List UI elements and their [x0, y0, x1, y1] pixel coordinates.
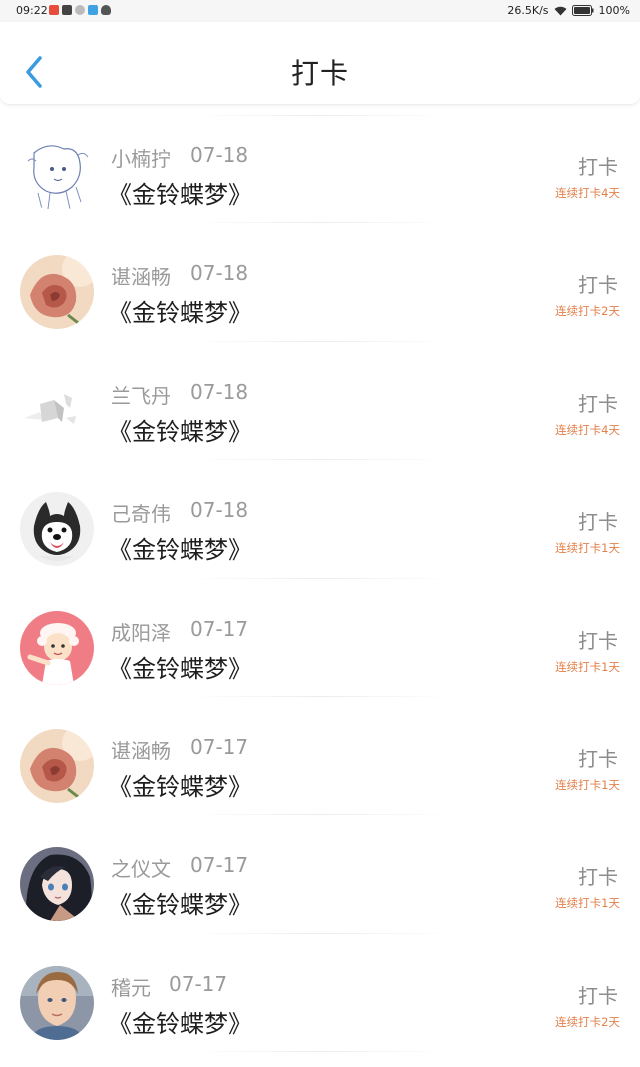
user-name[interactable]: 兰飞丹: [111, 380, 171, 409]
post-date: 07-17: [190, 616, 249, 641]
streak-badge: 连续打卡1天: [555, 777, 620, 792]
avatar[interactable]: [20, 255, 94, 330]
book-title[interactable]: 《金铃蝶梦》: [108, 885, 252, 920]
book-title[interactable]: 《金铃蝶梦》: [108, 412, 252, 447]
notification-icons: [49, 5, 111, 15]
status-time: 09:22: [16, 4, 48, 17]
header: 打卡: [0, 22, 640, 105]
status-bar: 09:22 26.5K/s 100%: [0, 0, 640, 22]
user-name[interactable]: 己奇伟: [111, 498, 171, 527]
checkin-label: 打卡: [578, 865, 618, 890]
avatar[interactable]: [20, 847, 94, 922]
user-name[interactable]: 之仪文: [111, 853, 171, 882]
user-name[interactable]: 小楠拧: [111, 143, 171, 172]
post-date: 07-17: [190, 853, 249, 878]
list-item[interactable]: 小楠拧 07-18 《金铃蝶梦》 打卡 连续打卡4天: [0, 105, 640, 224]
book-title[interactable]: 《金铃蝶梦》: [108, 1004, 252, 1039]
streak-badge: 连续打卡2天: [555, 1014, 620, 1029]
book-title[interactable]: 《金铃蝶梦》: [108, 767, 252, 802]
post-date: 07-18: [190, 261, 249, 286]
streak-badge: 连续打卡1天: [555, 541, 620, 556]
notification-icon: [62, 5, 72, 15]
checkin-list: 小楠拧 07-18 《金铃蝶梦》 打卡 连续打卡4天 谌涵畅 07-18 《金铃…: [0, 105, 640, 1053]
list-item[interactable]: 稽元 07-17 《金铃蝶梦》 打卡 连续打卡2天: [0, 934, 640, 1053]
post-date: 07-18: [190, 498, 249, 523]
battery-icon: [571, 5, 594, 16]
list-item[interactable]: 己奇伟 07-18 《金铃蝶梦》 打卡 连续打卡1天: [0, 460, 640, 579]
avatar[interactable]: [20, 610, 94, 685]
checkin-label: 打卡: [578, 510, 618, 535]
checkin-label: 打卡: [578, 983, 618, 1008]
user-name[interactable]: 谌涵畅: [111, 261, 171, 290]
user-name[interactable]: 谌涵畅: [111, 735, 171, 764]
checkin-label: 打卡: [578, 155, 618, 179]
checkin-label: 打卡: [578, 628, 618, 653]
notification-icon: [88, 5, 98, 15]
list-item[interactable]: 谌涵畅 07-17 《金铃蝶梦》 打卡 连续打卡1天: [0, 697, 640, 816]
user-name[interactable]: 稽元: [111, 972, 151, 1001]
notification-icon: [49, 5, 59, 15]
page-title: 打卡: [290, 57, 349, 90]
book-title[interactable]: 《金铃蝶梦》: [108, 530, 252, 565]
streak-badge: 连续打卡1天: [555, 896, 620, 911]
streak-badge: 连续打卡4天: [555, 186, 620, 200]
list-item[interactable]: 兰飞丹 07-18 《金铃蝶梦》 打卡 连续打卡4天: [0, 342, 640, 461]
avatar[interactable]: [20, 965, 94, 1040]
list-item[interactable]: 之仪文 07-17 《金铃蝶梦》 打卡 连续打卡1天: [0, 815, 640, 935]
list-item[interactable]: 成阳泽 07-17 《金铃蝶梦》 打卡 连续打卡1天: [0, 579, 640, 698]
avatar[interactable]: [20, 492, 94, 567]
wifi-icon: [554, 6, 567, 16]
status-right: 26.5K/s 100%: [507, 4, 630, 17]
post-date: 07-17: [169, 971, 228, 996]
post-date: 07-17: [190, 734, 249, 759]
battery-percent: 100%: [598, 4, 630, 17]
list-item[interactable]: 谌涵畅 07-18 《金铃蝶梦》 打卡 连续打卡2天: [0, 223, 640, 343]
book-title[interactable]: 《金铃蝶梦》: [108, 175, 252, 210]
checkin-label: 打卡: [578, 746, 618, 771]
streak-badge: 连续打卡1天: [555, 659, 620, 674]
streak-badge: 连续打卡4天: [555, 422, 620, 437]
avatar[interactable]: [20, 137, 94, 211]
avatar[interactable]: [20, 373, 94, 448]
notification-icon: [75, 5, 85, 15]
checkin-label: 打卡: [578, 273, 618, 298]
book-title[interactable]: 《金铃蝶梦》: [108, 293, 252, 328]
qq-icon: [101, 5, 111, 15]
streak-badge: 连续打卡2天: [555, 304, 620, 319]
net-speed: 26.5K/s: [507, 4, 549, 17]
avatar[interactable]: [20, 728, 94, 803]
book-title[interactable]: 《金铃蝶梦》: [108, 649, 252, 684]
post-date: 07-18: [190, 143, 249, 167]
checkin-label: 打卡: [578, 391, 618, 416]
post-date: 07-18: [190, 379, 249, 404]
user-name[interactable]: 成阳泽: [111, 617, 171, 646]
